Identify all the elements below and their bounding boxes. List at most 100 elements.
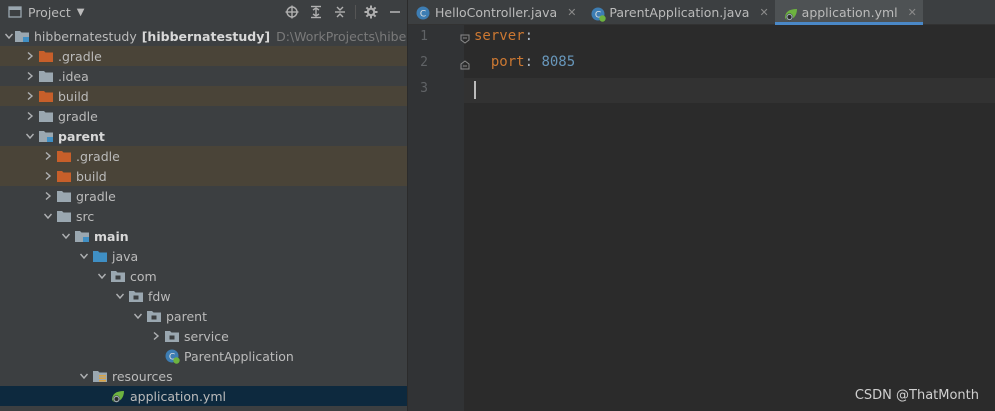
tree-item-label: application.yml xyxy=(130,388,226,404)
tree-row-src[interactable]: src xyxy=(0,206,407,226)
tree-row-gradle[interactable]: gradle xyxy=(0,186,407,206)
chevron-right-icon[interactable] xyxy=(22,106,38,126)
module-name-suffix: [hibbernatestudy] xyxy=(141,28,271,44)
line-number: 3 xyxy=(420,81,428,96)
code-editor[interactable]: server: port: 8085 xyxy=(464,25,995,411)
chevron-down-icon[interactable] xyxy=(4,26,14,46)
chevron-right-icon[interactable] xyxy=(40,166,56,186)
chevron-right-icon[interactable] xyxy=(22,86,38,106)
editor-gutter: 1 2 3 xyxy=(408,25,470,411)
tree-row-gradle[interactable]: gradle xyxy=(0,106,407,126)
tab-hellocontroller-java[interactable]: C HelloController.java ✕ xyxy=(408,0,582,25)
hide-icon[interactable] xyxy=(383,0,407,24)
tree-row-service[interactable]: service xyxy=(0,326,407,346)
tree-row-hibbernatestudy[interactable]: hibbernatestudy [hibbernatestudy] D:\WorkP… xyxy=(0,26,407,46)
chevron-down-icon[interactable] xyxy=(76,246,92,266)
package-icon xyxy=(164,328,180,344)
tree-item-label: .gradle xyxy=(58,48,102,64)
tree-row-idea[interactable]: .idea xyxy=(0,66,407,86)
folder-icon xyxy=(56,208,72,224)
code-line-1: server: xyxy=(474,28,533,44)
gear-icon[interactable] xyxy=(359,0,383,24)
spring-yml-icon xyxy=(110,388,126,404)
tree-item-label: parent xyxy=(166,308,207,324)
tree-row-parent[interactable]: parent xyxy=(0,306,407,326)
chevron-right-icon[interactable] xyxy=(40,146,56,166)
tree-row-gradle[interactable]: .gradle xyxy=(0,146,407,166)
folder-icon xyxy=(38,108,54,124)
tab-label: ParentApplication.java xyxy=(609,5,750,20)
close-icon[interactable]: ✕ xyxy=(567,6,576,19)
chevron-down-icon[interactable] xyxy=(94,266,110,286)
package-icon xyxy=(128,288,144,304)
tree-item-label: service xyxy=(184,328,229,344)
package-icon xyxy=(146,308,162,324)
chevron-down-icon: ▼ xyxy=(76,6,85,18)
svg-text:C: C xyxy=(420,9,426,19)
current-line-highlight xyxy=(464,78,995,103)
chevron-down-icon[interactable] xyxy=(112,286,128,306)
tree-item-label: src xyxy=(76,208,95,224)
tree-row-build[interactable]: build xyxy=(0,86,407,106)
tab-parentapplication-java[interactable]: C ParentApplication.java ✕ xyxy=(582,0,774,25)
yaml-colon: : xyxy=(524,28,534,44)
tree-row-fdw[interactable]: fdw xyxy=(0,286,407,306)
tree-item-label: build xyxy=(76,168,107,184)
excluded-folder-icon xyxy=(38,48,54,64)
spring-class-icon: C xyxy=(164,348,180,364)
tree-row-com[interactable]: com xyxy=(0,266,407,286)
yaml-colon: : xyxy=(524,54,534,70)
close-icon[interactable]: ✕ xyxy=(759,6,768,19)
tree-row-build[interactable]: build xyxy=(0,166,407,186)
tree-item-label: java xyxy=(112,248,139,264)
folder-icon xyxy=(56,188,72,204)
chevron-right-icon[interactable] xyxy=(40,186,56,206)
module-folder-icon xyxy=(38,128,54,144)
tab-label: application.yml xyxy=(801,5,898,20)
line-number: 2 xyxy=(420,55,428,70)
locate-icon[interactable] xyxy=(280,0,304,24)
collapse-all-icon[interactable] xyxy=(328,0,352,24)
project-path: D:\WorkProjects\hibernate xyxy=(276,28,407,44)
tree-row-java[interactable]: java xyxy=(0,246,407,266)
source-folder-icon xyxy=(92,248,108,264)
spring-class-icon: C xyxy=(590,6,607,22)
yaml-key: server xyxy=(474,28,525,44)
close-icon[interactable]: ✕ xyxy=(908,6,917,19)
tree-item-label: .idea xyxy=(58,68,89,84)
chevron-down-icon[interactable] xyxy=(130,306,146,326)
tree-row-parentapplication[interactable]: C ParentApplication xyxy=(0,346,407,366)
tab-application-yml[interactable]: application.yml ✕ xyxy=(774,0,924,25)
tree-item-label: main xyxy=(94,228,129,244)
chevron-down-icon[interactable] xyxy=(58,226,74,246)
tree-row-application-yml[interactable]: application.yml xyxy=(0,386,407,406)
chevron-right-icon[interactable] xyxy=(22,66,38,86)
chevron-right-icon[interactable] xyxy=(22,46,38,66)
project-toolbar: Project ▼ xyxy=(0,0,407,24)
tree-item-label: gradle xyxy=(58,108,98,124)
text-caret xyxy=(474,81,476,99)
resources-folder-icon xyxy=(92,368,108,384)
expand-all-icon[interactable] xyxy=(304,0,328,24)
spring-yml-icon xyxy=(783,6,797,21)
tree-row-resources[interactable]: resources xyxy=(0,366,407,386)
java-class-icon: C xyxy=(416,6,430,20)
yaml-key: port xyxy=(490,54,525,70)
tree-row-main[interactable]: main xyxy=(0,226,407,246)
chevron-down-icon[interactable] xyxy=(40,206,56,226)
tree-item-label: resources xyxy=(112,368,173,384)
excluded-folder-icon xyxy=(38,88,54,104)
line-number: 1 xyxy=(420,29,428,44)
chevron-down-icon[interactable] xyxy=(22,126,38,146)
chevron-right-icon[interactable] xyxy=(148,326,164,346)
project-view-selector[interactable]: Project ▼ xyxy=(0,5,84,20)
project-tree[interactable]: hibbernatestudy [hibbernatestudy] D:\WorkP… xyxy=(0,26,407,406)
tree-item-label: com xyxy=(130,268,157,284)
module-folder-icon xyxy=(74,228,90,244)
watermark: CSDN @ThatMonth xyxy=(854,388,979,403)
chevron-down-icon[interactable] xyxy=(76,366,92,386)
tree-row-parent[interactable]: parent xyxy=(0,126,407,146)
package-icon xyxy=(110,268,126,284)
tree-row-gradle[interactable]: .gradle xyxy=(0,46,407,66)
